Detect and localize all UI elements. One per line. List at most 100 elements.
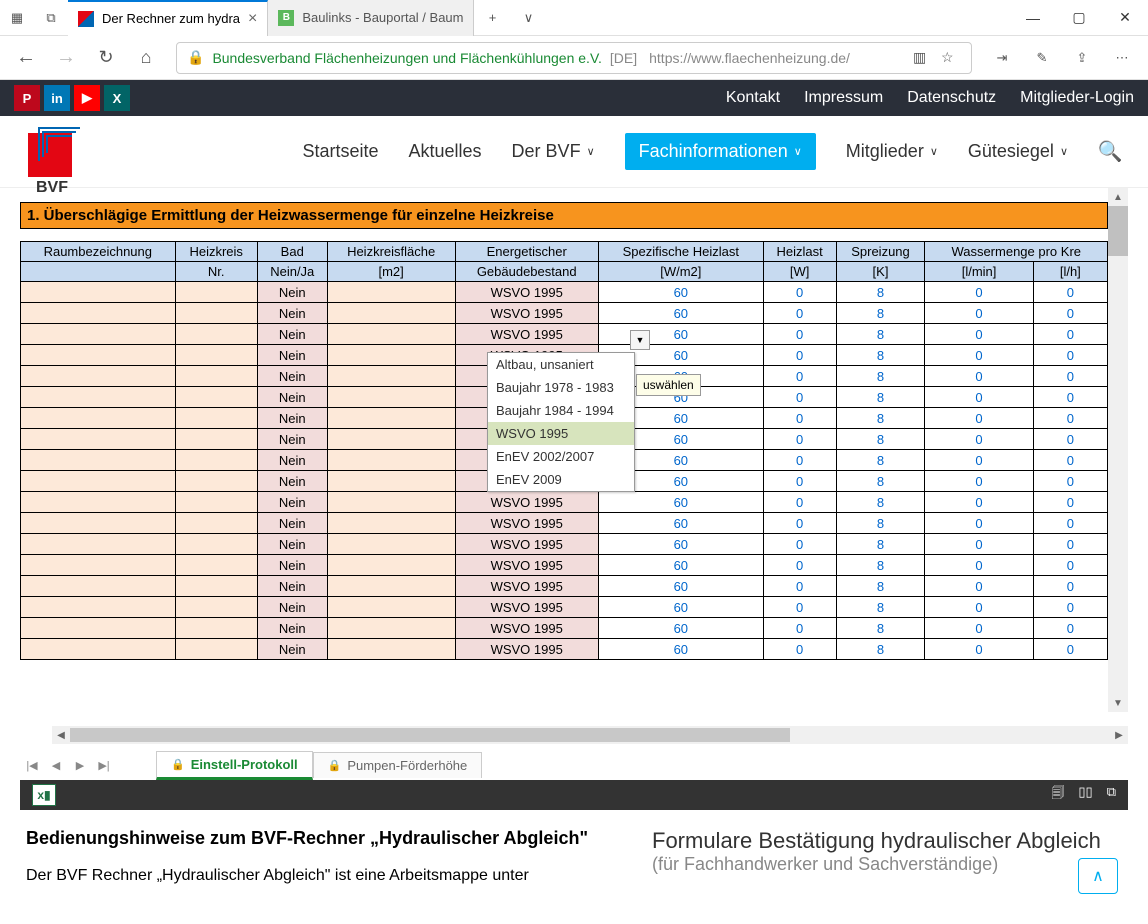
table-row[interactable]: NeinWSVO 1995600800 — [21, 618, 1108, 639]
pinterest-icon[interactable]: P — [14, 85, 40, 111]
nav-item-0[interactable]: Startseite — [302, 141, 378, 162]
window-maximize-button[interactable]: ▢ — [1056, 0, 1102, 36]
excel-bottom-bar: x▮ 🗐 ▯▯ ⧉ — [20, 780, 1128, 810]
browser-tabs-row: ▦ ⧉ Der Rechner zum hydra × B Baulinks -… — [0, 0, 1148, 36]
dropdown-option[interactable]: Baujahr 1978 - 1983 — [488, 376, 634, 399]
excel-action-3[interactable]: ⧉ — [1107, 784, 1116, 806]
browser-tab-inactive[interactable]: B Baulinks - Bauportal / Baum — [268, 0, 474, 36]
cert-badge: [DE] — [610, 50, 637, 66]
table-row[interactable]: NeinWSVO 1995600800 — [21, 324, 1108, 345]
nav-item-2[interactable]: Der BVF∨ — [512, 141, 595, 162]
linkedin-icon[interactable]: in — [44, 85, 70, 111]
more-button[interactable]: ⋯ — [1104, 40, 1140, 76]
reader-icon[interactable]: ▥ — [913, 49, 933, 66]
nav-item-1[interactable]: Aktuelles — [409, 141, 482, 162]
hscroll-left-icon[interactable]: ◀ — [52, 730, 70, 741]
refresh-button[interactable]: ↻ — [88, 40, 124, 76]
forms-heading: Formulare Bestätigung hydraulischer Abgl… — [652, 828, 1122, 854]
table-row[interactable]: NeinWSVO 1995600800 — [21, 639, 1108, 660]
favorite-icon[interactable]: ☆ — [941, 49, 961, 66]
tab-chev-icon[interactable]: ∨ — [510, 0, 546, 36]
dropdown-option[interactable]: Altbau, unsaniert — [488, 353, 634, 376]
window-minimize-button[interactable]: — — [1010, 0, 1056, 36]
search-icon[interactable]: 🔍 — [1092, 134, 1128, 170]
tab-title-2: Baulinks - Bauportal / Baum — [302, 10, 463, 25]
nav-item-3[interactable]: Fachinformationen∨ — [625, 133, 816, 170]
favicon-2: B — [278, 10, 294, 26]
hscroll-thumb[interactable] — [70, 728, 790, 742]
excel-logo-icon[interactable]: x▮ — [32, 784, 56, 806]
instructions-heading: Bedienungshinweise zum BVF-Rechner „Hydr… — [26, 828, 632, 849]
scroll-down-icon[interactable]: ▼ — [1108, 694, 1128, 712]
sheet-nav-prev[interactable]: ◀ — [44, 753, 68, 777]
main-nav: BVF Startseite Aktuelles Der BVF∨ Fachinfor… — [0, 116, 1148, 188]
dropdown-option[interactable]: EnEV 2002/2007 — [488, 445, 634, 468]
top-link-kontakt[interactable]: Kontakt — [726, 89, 780, 107]
sheet-tab-einstell[interactable]: 🔒 Einstell-Protokoll — [156, 751, 313, 780]
table-row[interactable]: NeinWSVO 1995600800 — [21, 576, 1108, 597]
table-row[interactable]: NeinWSVO 1995600800 — [21, 282, 1108, 303]
window-close-button[interactable]: ✕ — [1102, 0, 1148, 36]
top-link-login[interactable]: Mitglieder-Login — [1020, 89, 1134, 107]
home-button[interactable]: ⌂ — [128, 40, 164, 76]
sheet-title: 1. Überschlägige Ermittlung der Heizwass… — [20, 202, 1108, 229]
bvf-logo[interactable]: BVF — [28, 121, 90, 183]
tab-title-1: Der Rechner zum hydra — [102, 11, 240, 26]
dropdown-tooltip: uswählen — [636, 374, 701, 396]
sheet-tab-label-1: Einstell-Protokoll — [191, 757, 298, 772]
xing-icon[interactable]: X — [104, 85, 130, 111]
instructions-paragraph: Der BVF Rechner „Hydraulischer Abgleich"… — [26, 867, 632, 885]
forms-subheading: (für Fachhandwerker und Sachverständige) — [652, 854, 1122, 875]
address-bar[interactable]: 🔒 Bundesverband Flächenheizungen und Flä… — [176, 42, 972, 74]
toolbar-ext-1[interactable]: ⇥ — [984, 40, 1020, 76]
sheet-tab-pumpen[interactable]: 🔒 Pumpen-Förderhöhe — [313, 752, 483, 778]
dropdown-button[interactable]: ▼ — [630, 330, 650, 350]
new-tab-button[interactable]: + — [474, 0, 510, 36]
dropdown-option[interactable]: WSVO 1995 — [488, 422, 634, 445]
content-left-column: Bedienungshinweise zum BVF-Rechner „Hydr… — [26, 828, 632, 885]
table-row[interactable]: NeinWSVO 1995600800 — [21, 303, 1108, 324]
browser-toolbar: ← → ↻ ⌂ 🔒 Bundesverband Flächenheizungen… — [0, 36, 1148, 80]
social-buttons: P in ▶ X — [14, 85, 130, 111]
scroll-to-top-button[interactable]: ∧ — [1078, 858, 1118, 894]
share-button[interactable]: ⇪ — [1064, 40, 1100, 76]
table-row[interactable]: NeinWSVO 1995600800 — [21, 534, 1108, 555]
sheet-nav-last[interactable]: ▶| — [92, 753, 116, 777]
top-link-datenschutz[interactable]: Datenschutz — [907, 89, 996, 107]
excel-action-2[interactable]: ▯▯ — [1078, 784, 1092, 806]
close-tab-icon[interactable]: × — [248, 10, 257, 28]
dropdown-option[interactable]: Baujahr 1984 - 1994 — [488, 399, 634, 422]
dropdown-option[interactable]: EnEV 2009 — [488, 468, 634, 491]
back-button[interactable]: ← — [8, 40, 44, 76]
lock-icon: 🔒 — [328, 759, 342, 772]
page-content: Bedienungshinweise zum BVF-Rechner „Hydr… — [0, 810, 1148, 903]
nav-item-4[interactable]: Mitglieder∨ — [846, 141, 938, 162]
spreadsheet-area: 1. Überschlägige Ermittlung der Heizwass… — [0, 188, 1148, 748]
dropdown-list: Altbau, unsaniertBaujahr 1978 - 1983Bauj… — [487, 352, 635, 492]
content-right-column: Formulare Bestätigung hydraulischer Abgl… — [652, 828, 1122, 885]
excel-action-1[interactable]: 🗐 — [1051, 784, 1064, 806]
nav-items: Startseite Aktuelles Der BVF∨ Fachinformati… — [302, 133, 1068, 170]
nav-item-5[interactable]: Gütesiegel∨ — [968, 141, 1068, 162]
scroll-thumb[interactable] — [1108, 206, 1128, 256]
favicon-1 — [78, 11, 94, 27]
sidebar-icon[interactable]: ⧉ — [42, 9, 60, 27]
toolbar-ext-2[interactable]: ✎ — [1024, 40, 1060, 76]
sheet-tabs-row: |◀ ◀ ▶ ▶| 🔒 Einstell-Protokoll 🔒 Pumpen-… — [0, 750, 1148, 780]
hscroll-right-icon[interactable]: ▶ — [1110, 730, 1128, 741]
horizontal-scrollbar[interactable]: ◀ ▶ — [52, 726, 1128, 744]
sheet-nav-next[interactable]: ▶ — [68, 753, 92, 777]
sheet-nav-first[interactable]: |◀ — [20, 753, 44, 777]
scroll-up-icon[interactable]: ▲ — [1108, 188, 1128, 206]
vertical-scrollbar[interactable]: ▲ ▼ — [1108, 188, 1128, 712]
window-icon: ▦ — [8, 9, 26, 27]
browser-tab-active[interactable]: Der Rechner zum hydra × — [68, 0, 268, 36]
forward-button[interactable]: → — [48, 40, 84, 76]
lock-icon: 🔒 — [187, 49, 204, 66]
top-link-impressum[interactable]: Impressum — [804, 89, 883, 107]
table-row[interactable]: NeinWSVO 1995600800 — [21, 555, 1108, 576]
youtube-icon[interactable]: ▶ — [74, 85, 100, 111]
table-row[interactable]: NeinWSVO 1995600800 — [21, 513, 1108, 534]
table-row[interactable]: NeinWSVO 1995600800 — [21, 597, 1108, 618]
table-row[interactable]: NeinWSVO 1995600800 — [21, 492, 1108, 513]
